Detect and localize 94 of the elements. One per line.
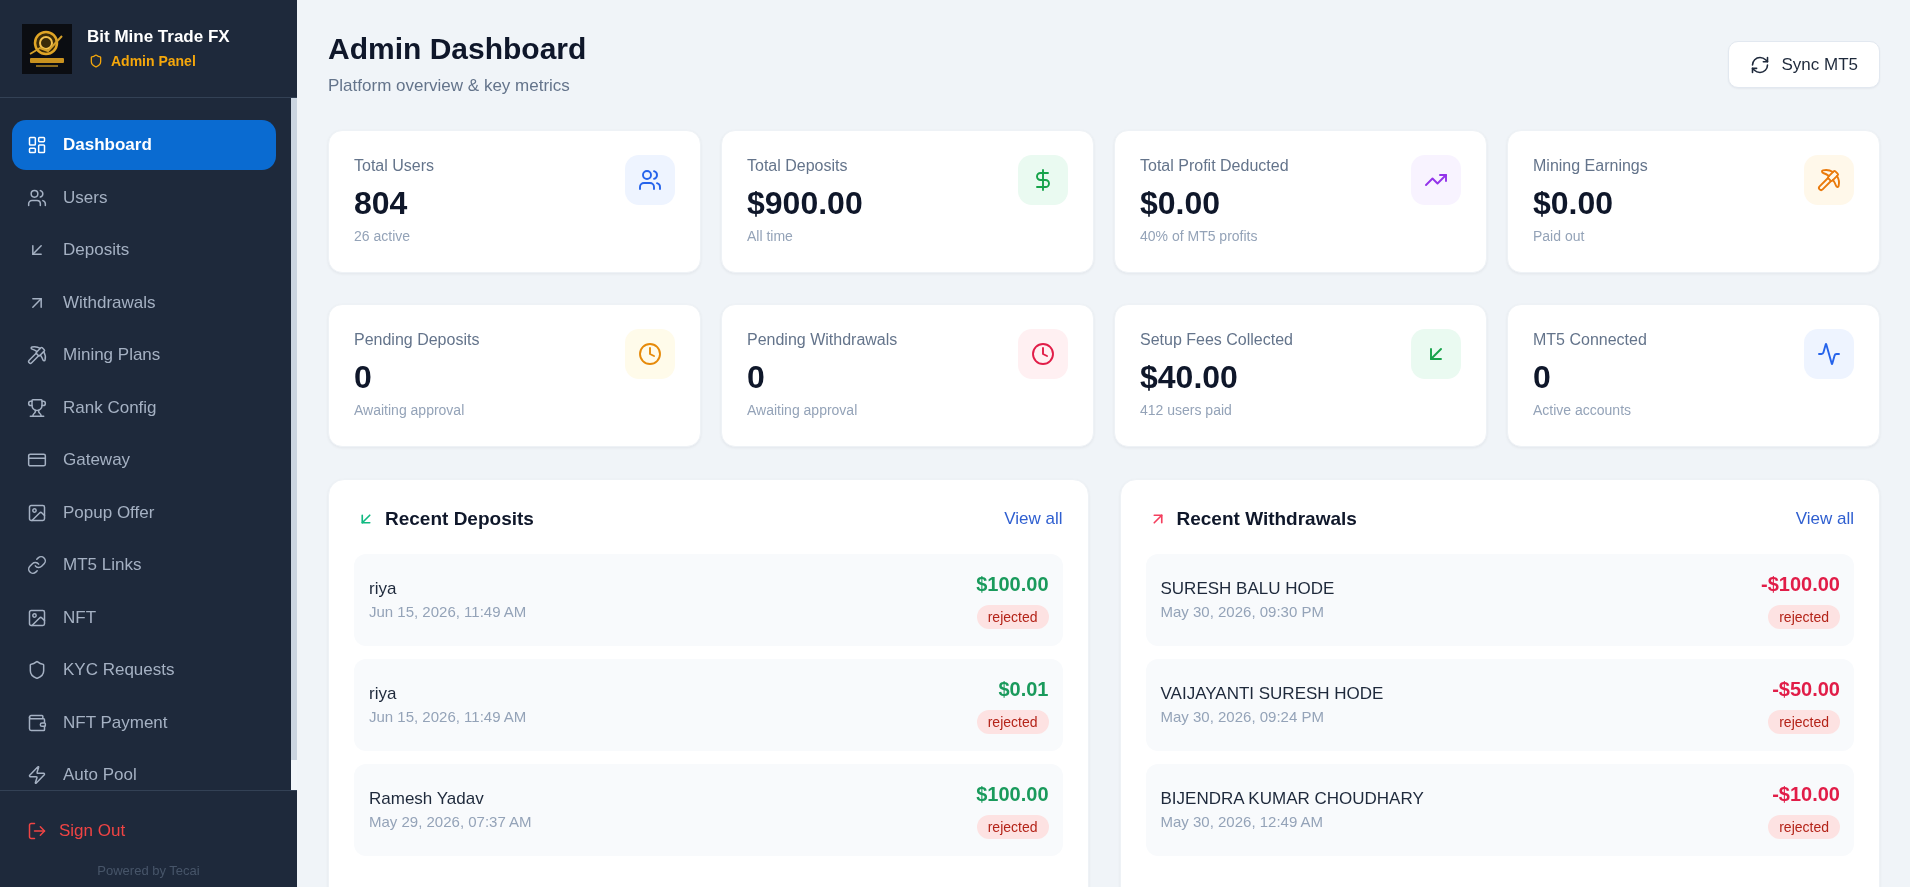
coin-logo	[22, 23, 72, 74]
clock-icon	[1018, 329, 1068, 379]
transaction-date: Jun 15, 2026, 11:49 AM	[369, 602, 527, 622]
page-subtitle: Platform overview & key metrics	[328, 75, 571, 97]
stat-label: Pending Withdrawals	[747, 330, 898, 350]
stat-note: All time	[747, 227, 794, 245]
arrow-down-left-icon	[1411, 329, 1461, 379]
stat-label: MT5 Connected	[1533, 330, 1647, 350]
nav-item[interactable]: Dashboard	[12, 120, 276, 170]
stat-value: $0.00	[1533, 184, 1615, 222]
stat-note: Awaiting approval	[354, 401, 466, 419]
page-title: Admin Dashboard	[328, 31, 587, 67]
stat-note: 26 active	[354, 227, 412, 245]
brand-name: Bit Mine Trade FX	[87, 26, 230, 48]
transaction-amount: $0.01	[998, 677, 1049, 702]
pulse-icon	[1804, 329, 1854, 379]
pickaxe-icon	[27, 345, 47, 365]
transaction-date: Jun 15, 2026, 11:49 AM	[369, 707, 527, 727]
nav-item[interactable]: Popup Offer	[12, 487, 276, 538]
transaction-amount: -$50.00	[1772, 677, 1840, 702]
nav-item[interactable]: Rank Config	[12, 382, 276, 433]
stat-value: $900.00	[747, 184, 863, 222]
status-badge: rejected	[976, 815, 1049, 839]
stat-label: Total Profit Deducted	[1140, 156, 1289, 176]
clock-icon	[625, 329, 675, 379]
customer-name: riya	[369, 683, 398, 705]
nav-item[interactable]: Withdrawals	[12, 277, 276, 328]
grid-icon	[27, 135, 47, 155]
stat-value: $0.00	[1140, 184, 1222, 222]
card-icon	[27, 450, 47, 470]
stat-note: Active accounts	[1533, 401, 1633, 419]
customer-name: VAIJAYANTI SURESH HODE	[1160, 683, 1384, 705]
customer-name: SURESH BALU HODE	[1160, 578, 1335, 600]
stat-note: 412 users paid	[1140, 401, 1233, 419]
stat-note: Paid out	[1533, 227, 1586, 245]
status-badge: rejected	[976, 710, 1049, 734]
nav-item[interactable]: KYC Requests	[12, 645, 276, 695]
stat-label: Mining Earnings	[1533, 156, 1648, 176]
trending-up-icon	[1411, 155, 1461, 205]
sign-out-icon	[27, 821, 47, 841]
nav-item[interactable]: NFT	[12, 592, 276, 643]
transaction-date: May 30, 2026, 09:24 PM	[1160, 707, 1325, 727]
dollar-icon	[1018, 155, 1068, 205]
shield-icon	[89, 54, 103, 68]
stat-note: 40% of MT5 profits	[1140, 227, 1259, 245]
admin-panel-label: Admin Panel	[111, 52, 196, 71]
stat-value: 0	[1533, 358, 1552, 396]
customer-name: BIJENDRA KUMAR CHOUDHARY	[1160, 788, 1424, 810]
transaction-date: May 30, 2026, 12:49 AM	[1160, 812, 1325, 832]
panel-title: Recent Deposits	[385, 507, 534, 531]
stat-label: Total Users	[354, 156, 435, 176]
stat-value: 804	[354, 184, 409, 222]
pickaxe-icon	[1804, 155, 1854, 205]
stat-note: Awaiting approval	[747, 401, 859, 419]
stat-label: Total Deposits	[747, 156, 849, 176]
status-badge: rejected	[1768, 710, 1840, 734]
sign-out-button[interactable]: Sign Out	[12, 811, 141, 851]
nav-item[interactable]: Gateway	[12, 435, 276, 485]
wallet-icon	[27, 712, 47, 733]
lightning-icon	[27, 765, 47, 785]
image-icon	[27, 502, 47, 523]
link-icon	[27, 555, 47, 575]
nav-item[interactable]: Mining Plans	[12, 330, 276, 380]
transaction-amount: -$100.00	[1761, 572, 1840, 597]
nav-item[interactable]: Auto Pool	[12, 750, 276, 790]
nav-item[interactable]: MT5 Links	[12, 540, 276, 590]
customer-name: Ramesh Yadav	[369, 788, 485, 810]
status-badge: rejected	[976, 605, 1049, 629]
image-icon	[27, 607, 47, 628]
stat-label: Setup Fees Collected	[1140, 330, 1293, 350]
stat-value: 0	[747, 358, 766, 396]
transaction-amount: $100.00	[976, 782, 1049, 807]
stat-label: Pending Deposits	[354, 330, 480, 350]
shield-icon	[27, 660, 47, 680]
nav-item[interactable]: Users	[12, 172, 276, 223]
sync-button[interactable]: Sync MT5	[1728, 41, 1880, 88]
panel-title: Recent Withdrawals	[1176, 507, 1357, 531]
view-all-link[interactable]: View all	[1004, 508, 1063, 530]
users-icon	[27, 187, 47, 208]
view-all-link[interactable]: View all	[1795, 508, 1854, 530]
customer-name: riya	[369, 578, 398, 600]
stat-value: $40.00	[1140, 358, 1239, 396]
status-badge: rejected	[1768, 605, 1840, 629]
trophy-icon	[27, 397, 47, 418]
transaction-amount: -$10.00	[1772, 782, 1840, 807]
transaction-date: May 29, 2026, 07:37 AM	[369, 812, 532, 832]
nav-item[interactable]: NFT Payment	[12, 697, 276, 748]
transaction-amount: $100.00	[976, 572, 1049, 597]
nav-item[interactable]: Deposits	[12, 225, 276, 275]
status-badge: rejected	[1768, 815, 1840, 839]
transaction-date: May 30, 2026, 09:30 PM	[1160, 602, 1325, 622]
refresh-icon	[1750, 54, 1771, 75]
stat-value: 0	[354, 358, 373, 396]
users-icon	[625, 155, 675, 205]
